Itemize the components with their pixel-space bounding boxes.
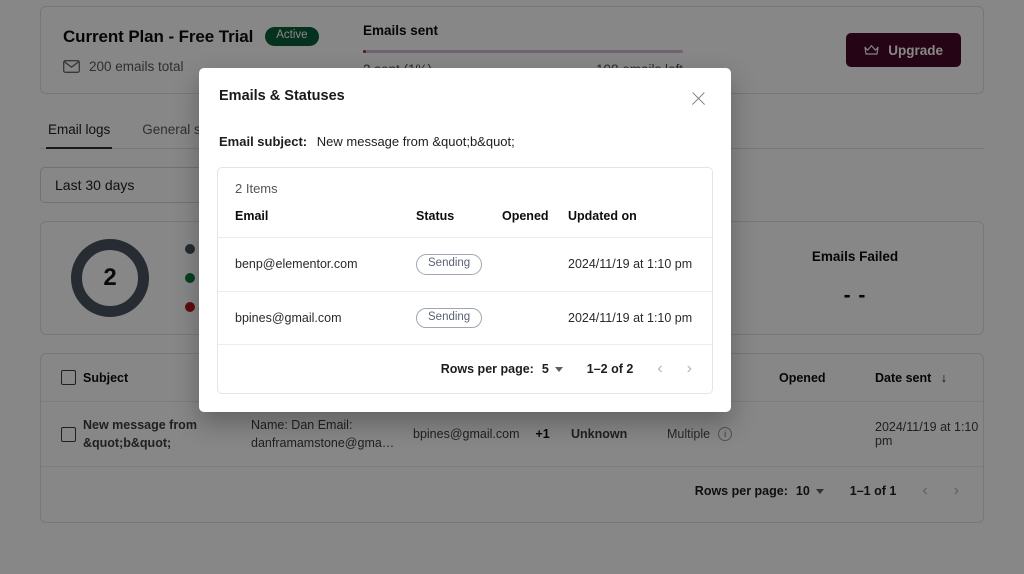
modal-rows-per-page-select[interactable]: 5: [542, 362, 563, 376]
chevron-left-icon[interactable]: ‹: [657, 361, 662, 377]
modal-pagination: Rows per page: 5 1–2 of 2 ‹ ›: [218, 345, 712, 393]
modal-rows-per-page-label: Rows per page:: [441, 362, 534, 376]
close-icon[interactable]: [688, 88, 710, 110]
modal-cell-updated-on: 2024/11/19 at 1:10 pm: [568, 291, 713, 345]
modal-cell-updated-on: 2024/11/19 at 1:10 pm: [568, 238, 713, 292]
modal-header-status[interactable]: Status: [416, 196, 502, 238]
emails-statuses-modal: Emails & Statuses Email subject: New mes…: [199, 68, 731, 412]
modal-header-email[interactable]: Email: [218, 196, 416, 238]
modal-cell-status: Sending: [416, 238, 502, 292]
modal-items-count: 2 Items: [218, 168, 712, 196]
modal-cell-email: bpines@gmail.com: [218, 291, 416, 345]
modal-subject-label: Email subject:: [219, 134, 307, 149]
modal-range-label: 1–2 of 2: [587, 362, 634, 376]
modal-header-opened[interactable]: Opened: [502, 196, 568, 238]
chevron-down-icon: [555, 367, 563, 372]
modal-cell-email: benp@elementor.com: [218, 238, 416, 292]
modal-table: Email Status Opened Updated on benp@elem…: [218, 196, 713, 345]
modal-table-card: 2 Items Email Status Opened Updated on b…: [217, 167, 713, 394]
modal-rows-per-page-value: 5: [542, 362, 549, 376]
modal-cell-opened: [502, 238, 568, 292]
chevron-right-icon[interactable]: ›: [687, 361, 692, 377]
modal-header-row: Email Status Opened Updated on: [218, 196, 713, 238]
modal-cell-status: Sending: [416, 291, 502, 345]
modal-subject-value: New message from &quot;b&quot;: [317, 134, 515, 149]
modal-table-body: benp@elementor.com Sending 2024/11/19 at…: [218, 238, 713, 345]
modal-header: Emails & Statuses: [217, 68, 713, 110]
table-row[interactable]: bpines@gmail.com Sending 2024/11/19 at 1…: [218, 291, 713, 345]
modal-header-updated-on[interactable]: Updated on: [568, 196, 713, 238]
table-row[interactable]: benp@elementor.com Sending 2024/11/19 at…: [218, 238, 713, 292]
modal-cell-opened: [502, 291, 568, 345]
modal-rows-per-page: Rows per page: 5: [441, 362, 563, 376]
modal-table-head: Email Status Opened Updated on: [218, 196, 713, 238]
status-badge: Sending: [416, 308, 482, 329]
app-root: Current Plan - Free Trial Active 200 ema…: [0, 0, 1024, 574]
status-badge: Sending: [416, 254, 482, 275]
modal-title: Emails & Statuses: [219, 88, 345, 104]
modal-subject-row: Email subject: New message from &quot;b&…: [217, 134, 713, 149]
